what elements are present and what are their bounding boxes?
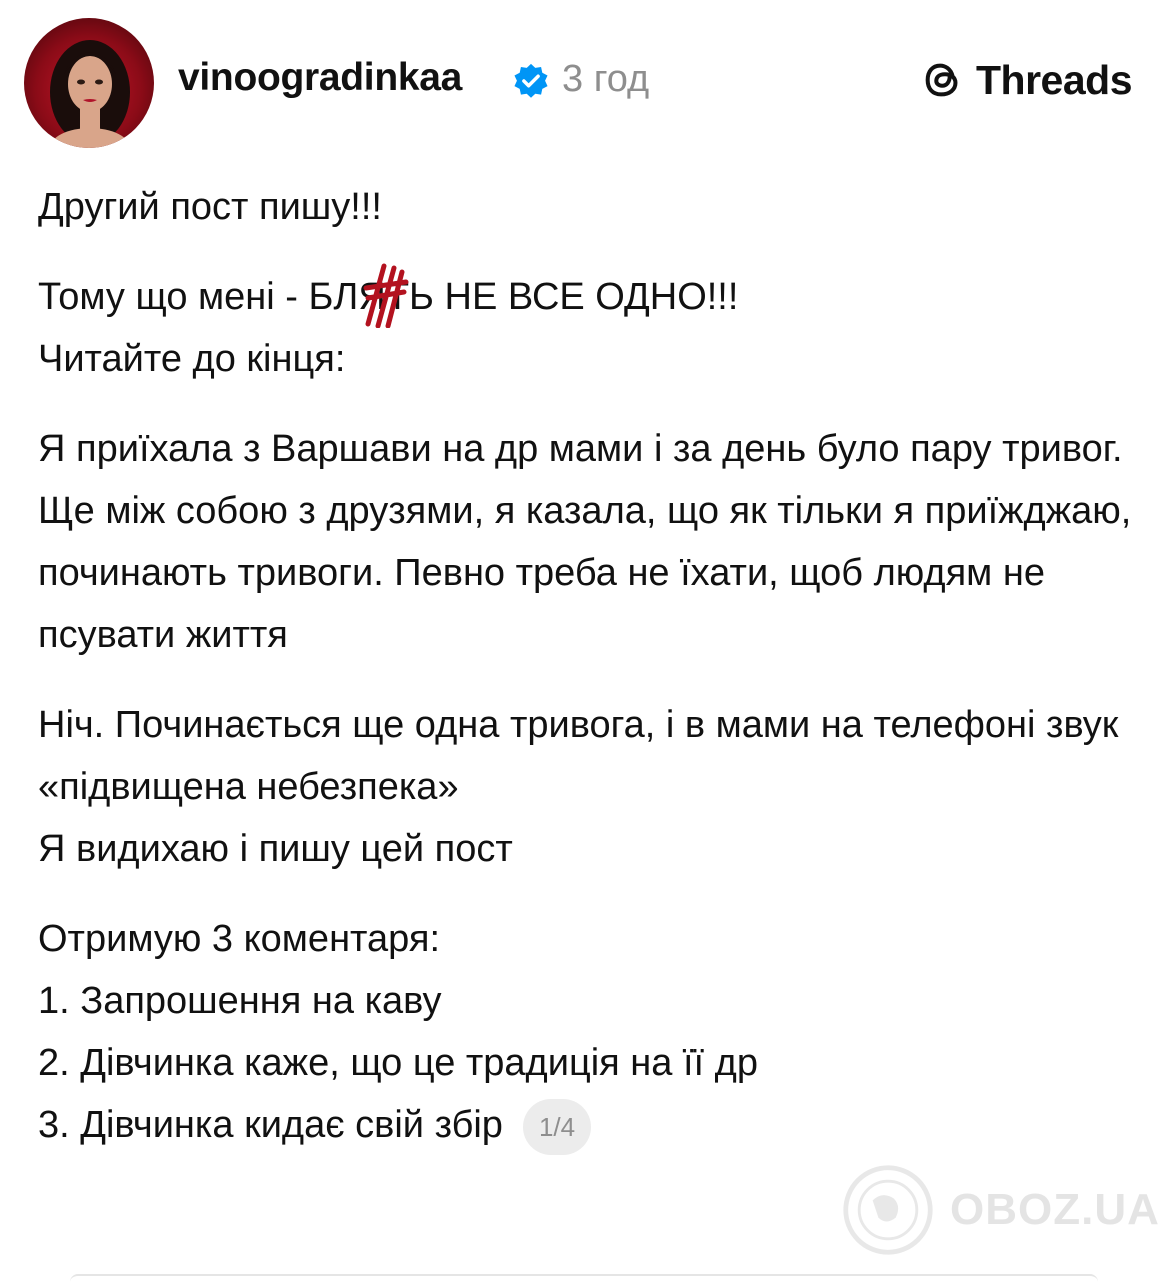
red-scribble-icon bbox=[363, 263, 409, 328]
list-item-last: 3. Дівчинка кидає свій збір 1/4 bbox=[38, 1094, 1138, 1156]
page-indicator[interactable]: 1/4 bbox=[522, 1098, 592, 1155]
avatar-portrait-icon bbox=[50, 40, 130, 148]
threads-brand: Threads bbox=[920, 54, 1133, 106]
list-item: 2. Дівчинка каже, що це традиція на її д… bbox=[38, 1042, 758, 1084]
list-item-text: 3. Дівчинка кидає свій збір bbox=[38, 1104, 503, 1146]
text-segment: Тому що мені - БЛ bbox=[38, 276, 359, 318]
globe-watermark-icon bbox=[843, 1165, 933, 1255]
watermark-text: OBOZ.UA bbox=[950, 1185, 1160, 1234]
username[interactable]: vinoogradinkaa bbox=[178, 56, 462, 100]
avatar[interactable] bbox=[24, 18, 154, 148]
post-paragraph-censored-line: Тому що мені - БЛЯ ТЬ НЕ ВСЕ ОДНО!!! bbox=[38, 263, 1138, 328]
post-paragraph: Ніч. Починається ще одна тривога, і в ма… bbox=[38, 704, 1119, 808]
post-paragraph: Другий пост пишу!!! bbox=[38, 186, 382, 228]
censored-letter: Я bbox=[358, 263, 409, 328]
text-segment: ТЬ НЕ ВСЕ ОДНО!!! bbox=[385, 276, 739, 318]
watermark: OBOZ.UA bbox=[840, 1160, 1160, 1260]
bottom-divider bbox=[70, 1274, 1098, 1282]
verified-badge-icon bbox=[514, 63, 548, 98]
post-body: Другий пост пишу!!! Тому що мені - БЛЯ Т… bbox=[38, 176, 1138, 1156]
list-item: 1. Запрошення на каву bbox=[38, 980, 442, 1022]
post-header: vinoogradinkaa 3 год Threads bbox=[0, 0, 1168, 160]
post-paragraph: Я видихаю і пишу цей пост bbox=[38, 828, 513, 870]
post-timestamp: 3 год bbox=[562, 58, 650, 100]
threads-logo-icon bbox=[925, 63, 958, 97]
brand-label: Threads bbox=[976, 56, 1133, 103]
post-paragraph: Я приїхала з Варшави на др мами і за ден… bbox=[38, 428, 1132, 656]
post-paragraph: Читайте до кінця: bbox=[38, 338, 346, 380]
post-paragraph: Отримую 3 коментаря: bbox=[38, 918, 441, 960]
